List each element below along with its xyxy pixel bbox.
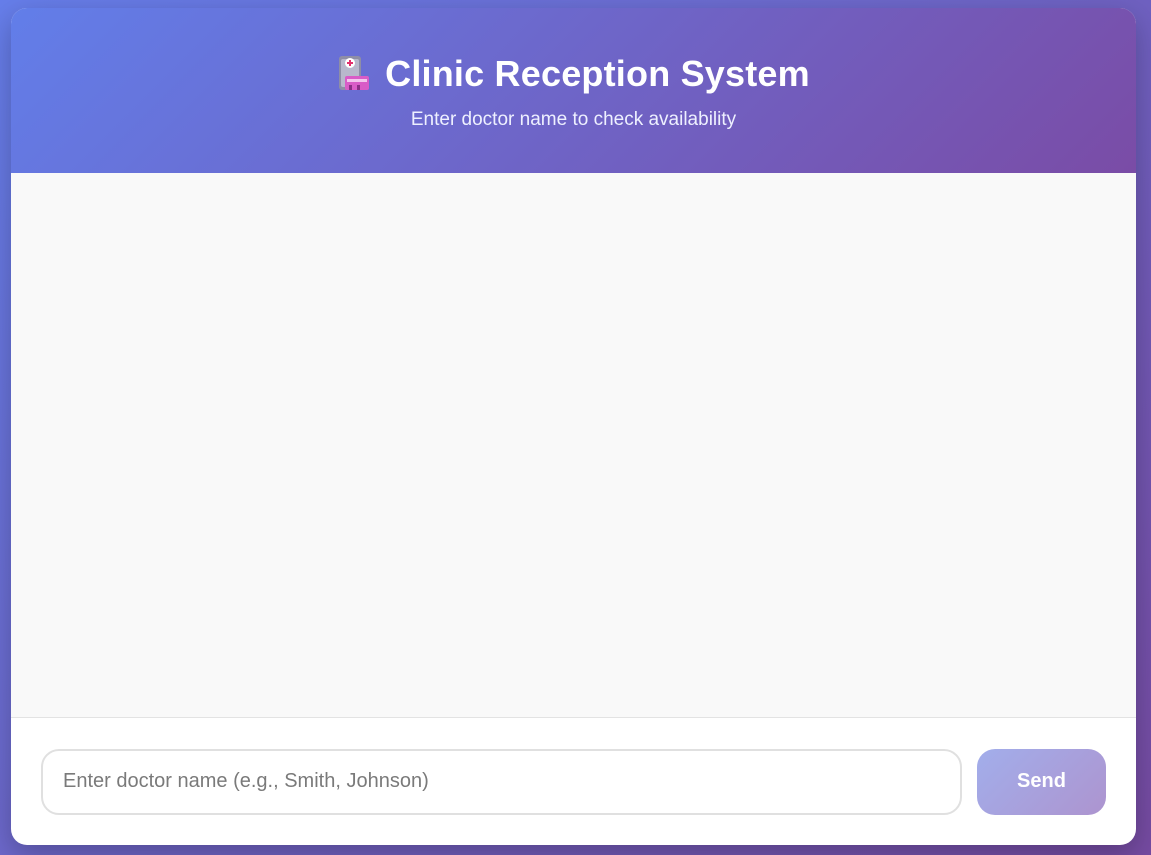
page-subtitle: Enter doctor name to check availability [410,109,737,130]
doctor-name-input[interactable] [41,748,962,815]
header: Clinic Reception System Enter doctor nam… [11,8,1136,173]
title-row: Clinic Reception System [11,52,1136,96]
send-button[interactable]: Send [977,748,1106,815]
page-title: Clinic Reception System [385,53,810,94]
input-area: Send [11,718,1136,845]
chat-container: Clinic Reception System Enter doctor nam… [11,8,1136,845]
hospital-icon [337,54,371,94]
chat-messages-area[interactable] [11,173,1136,718]
